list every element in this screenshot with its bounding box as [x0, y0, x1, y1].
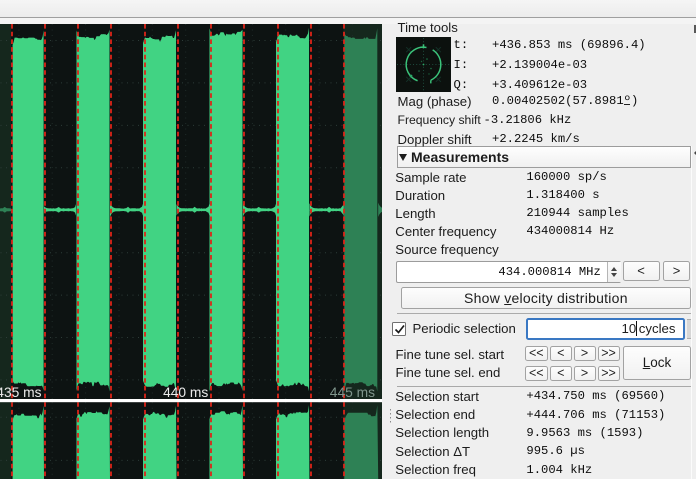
svg-text:435 ms: 435 ms [0, 385, 42, 400]
svg-text:445 ms: 445 ms [330, 385, 375, 400]
svg-text:440 ms: 440 ms [163, 385, 208, 400]
